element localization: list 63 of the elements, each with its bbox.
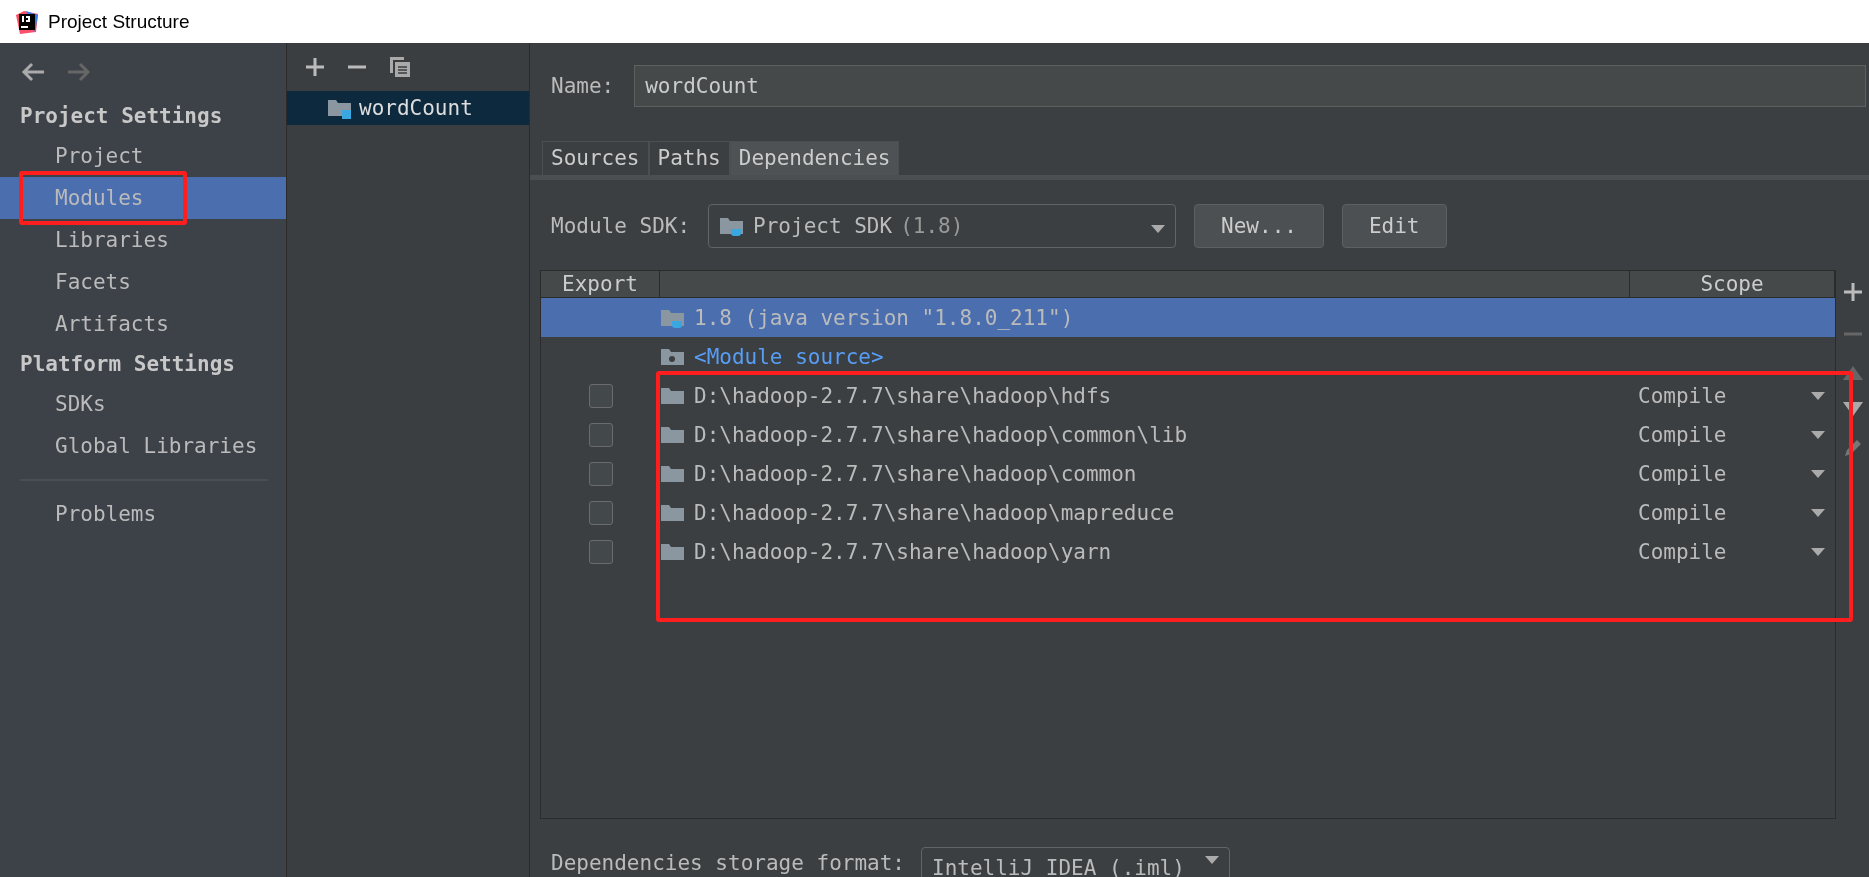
move-up-icon[interactable] xyxy=(1842,366,1863,380)
caret-icon xyxy=(1811,508,1825,517)
sidebar-item[interactable]: Project xyxy=(0,135,286,177)
library-path: D:\hadoop-2.7.7\share\hadoop\common xyxy=(694,461,1137,486)
window-title: Project Structure xyxy=(48,10,190,33)
dependency-row[interactable]: D:\hadoop-2.7.7\share\hadoop\yarn Compile xyxy=(541,532,1835,571)
export-checkbox[interactable] xyxy=(588,422,613,447)
library-path: D:\hadoop-2.7.7\share\hadoop\hdfs xyxy=(694,383,1112,408)
storage-format-dropdown[interactable]: IntelliJ IDEA (.iml) xyxy=(921,847,1230,877)
storage-format-label: Dependencies storage format: xyxy=(551,851,905,875)
scope-dropdown[interactable]: Compile xyxy=(1630,422,1835,447)
sdk-button[interactable]: Edit xyxy=(1341,204,1447,248)
pencil-icon[interactable] xyxy=(1842,438,1863,458)
forward-arrow-icon[interactable] xyxy=(66,61,92,83)
sdk-name: 1.8 (java version "1.8.0_211") xyxy=(694,305,1074,330)
export-checkbox[interactable] xyxy=(588,500,613,525)
section-heading: Platform Settings xyxy=(19,351,236,378)
scope-dropdown[interactable]: Compile xyxy=(1630,500,1835,525)
library-path: D:\hadoop-2.7.7\share\hadoop\mapreduce xyxy=(694,500,1175,525)
sdk-dropdown[interactable]: Project SDK (1.8) xyxy=(708,204,1177,248)
caret-icon xyxy=(1151,225,1166,233)
export-checkbox[interactable] xyxy=(588,539,613,564)
export-checkbox[interactable] xyxy=(588,461,613,486)
name-label: Name: xyxy=(551,74,615,98)
caret-icon xyxy=(1811,430,1825,439)
dependency-row[interactable]: <Module source> xyxy=(541,337,1835,376)
caret-icon xyxy=(1811,391,1825,400)
library-path: D:\hadoop-2.7.7\share\hadoop\yarn xyxy=(694,539,1112,564)
caret-icon xyxy=(1204,856,1219,864)
scope-dropdown[interactable]: Compile xyxy=(1630,461,1835,486)
sidebar-item[interactable]: Global Libraries xyxy=(0,425,286,467)
dependency-row[interactable]: D:\hadoop-2.7.7\share\hadoop\hdfs Compile xyxy=(541,376,1835,415)
module-sdk-label: Module SDK: xyxy=(551,214,691,238)
caret-icon xyxy=(1811,469,1825,478)
sidebar-item[interactable]: Facets xyxy=(0,261,286,303)
export-checkbox[interactable] xyxy=(588,383,613,408)
sidebar-item[interactable]: Artifacts xyxy=(0,303,286,345)
library-path: D:\hadoop-2.7.7\share\hadoop\common\lib xyxy=(694,422,1188,447)
sidebar-item[interactable]: Problems xyxy=(0,493,286,535)
sdk-button[interactable]: New... xyxy=(1194,204,1324,248)
scope-dropdown[interactable]: Compile xyxy=(1630,383,1835,408)
back-arrow-icon[interactable] xyxy=(20,61,46,83)
section-heading: Project Settings xyxy=(19,103,224,130)
dependency-row[interactable]: D:\hadoop-2.7.7\share\hadoop\common\lib Compile xyxy=(541,415,1835,454)
name-field[interactable]: wordCount xyxy=(634,65,1866,107)
tab[interactable]: Dependencies xyxy=(729,141,900,175)
module-source: <Module source> xyxy=(694,344,884,369)
scope-dropdown[interactable]: Compile xyxy=(1630,539,1835,564)
column-header: Export xyxy=(541,271,660,297)
tab[interactable]: Paths xyxy=(648,141,730,175)
column-header: Scope xyxy=(1630,271,1835,297)
dependency-row[interactable]: D:\hadoop-2.7.7\share\hadoop\mapreduce Compile xyxy=(541,493,1835,532)
dependency-row[interactable]: D:\hadoop-2.7.7\share\hadoop\common Compile xyxy=(541,454,1835,493)
module-item[interactable]: wordCount xyxy=(287,91,529,125)
copy-icon[interactable] xyxy=(389,56,411,78)
tab[interactable]: Sources xyxy=(542,141,649,175)
move-down-icon[interactable] xyxy=(1842,402,1863,416)
sidebar-item[interactable]: SDKs xyxy=(0,383,286,425)
sidebar-item[interactable]: Libraries xyxy=(0,219,286,261)
add-icon[interactable] xyxy=(305,57,325,77)
caret-icon xyxy=(1811,547,1825,556)
app-logo-icon xyxy=(14,8,40,35)
add-icon[interactable] xyxy=(1842,282,1863,302)
